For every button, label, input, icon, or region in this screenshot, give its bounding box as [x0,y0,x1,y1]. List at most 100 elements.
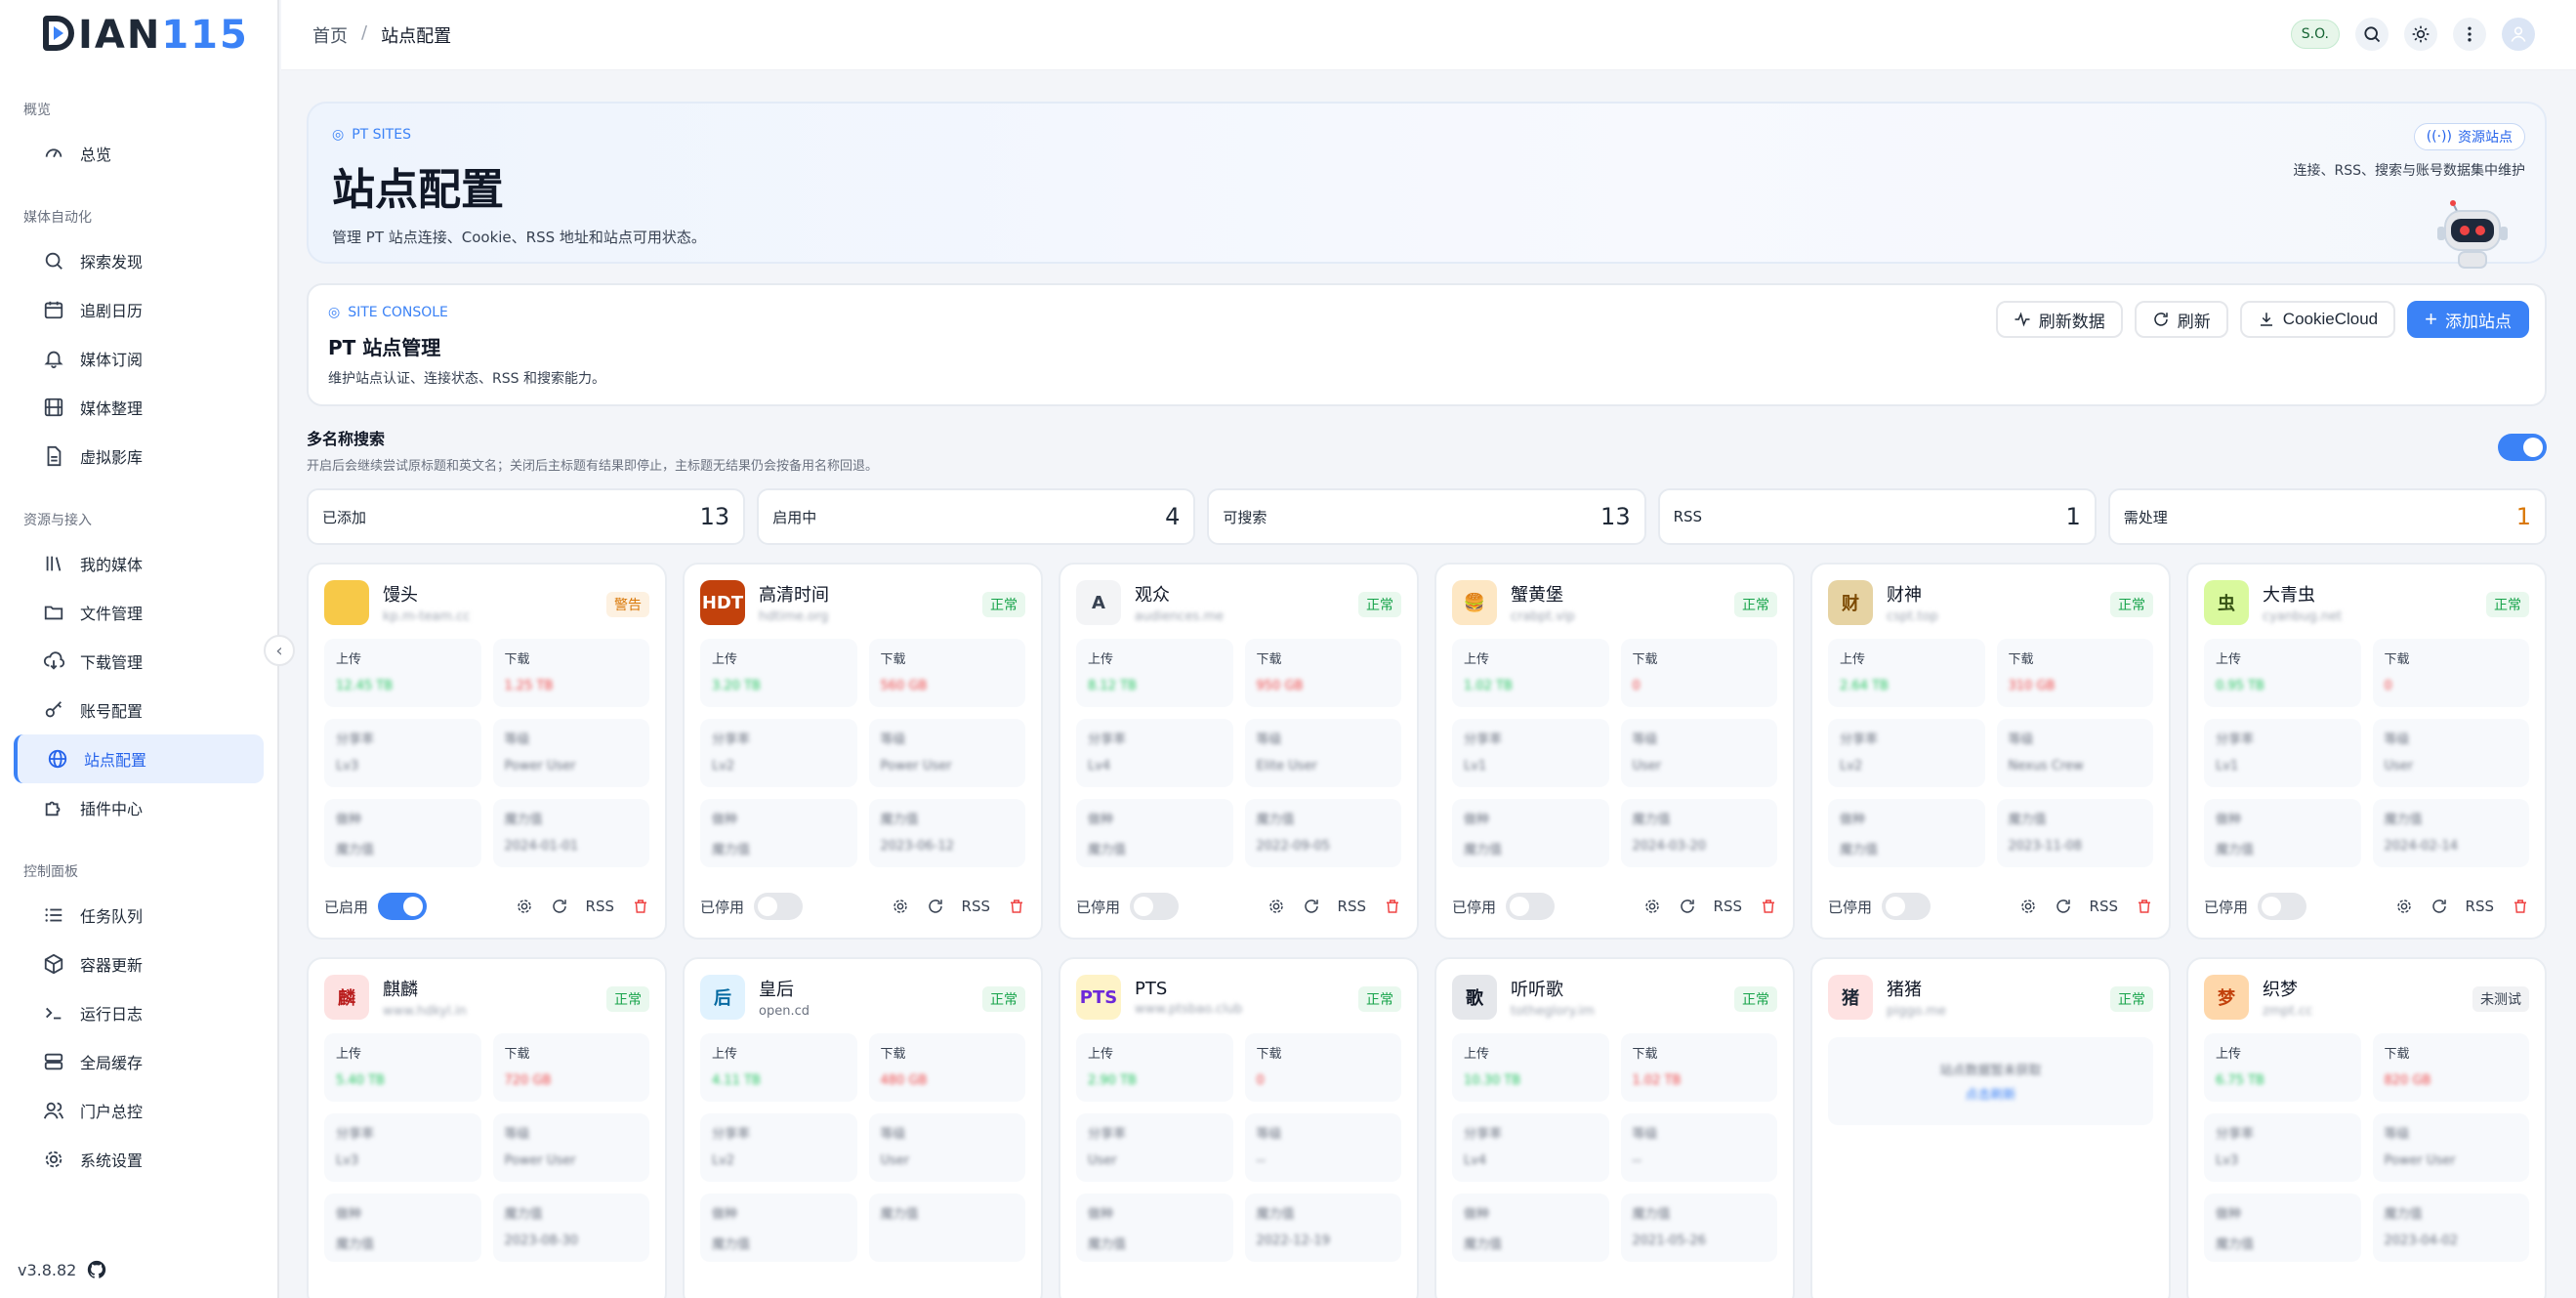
site-enabled-toggle[interactable] [1130,893,1180,920]
sidebar-item[interactable]: 追剧日历 [14,285,264,334]
sidebar-item[interactable]: 下载管理 [14,637,264,686]
search-button[interactable] [2355,18,2389,51]
gear-icon[interactable] [2395,898,2413,915]
refresh-icon[interactable] [1303,898,1320,915]
site-enabled-toggle[interactable] [754,893,804,920]
site-card[interactable]: 麟 麒麟 www.hdkyl.in 正常 上传 5.40 TB 下载 720 GB … [307,957,667,1298]
site-enabled-toggle[interactable] [2258,893,2307,920]
site-card[interactable]: 虫 大青虫 cyanbug.net 正常 上传 0.95 TB 下载 0 分享率 Lv… [2186,563,2547,940]
rss-button[interactable]: RSS [962,898,990,915]
joined-metric: 魔力值 2021-05-26 [1620,1193,1777,1262]
seeding-metric: 做种 魔力值 [700,1193,857,1262]
metric-value: Nexus Crew [2008,759,2084,774]
more-menu-button[interactable] [2453,18,2486,51]
multi-search-toggle[interactable] [2498,434,2547,461]
sidebar-item[interactable]: 媒体整理 [14,383,264,432]
nav-group-title: 概览 [23,103,51,118]
ratio-metric: 分享率 Lv2 [1828,719,1985,787]
cookiecloud-button[interactable]: CookieCloud [2239,301,2396,338]
sidebar-item[interactable]: 运行日志 [14,988,264,1037]
site-name: 麒麟 [383,980,418,1000]
chevron-left-icon: ‹ [275,640,283,661]
status-badge[interactable]: S.O. [2290,20,2340,49]
add-site-button[interactable]: + 添加站点 [2407,301,2529,338]
ratio-metric: 分享率 Lv2 [700,719,857,787]
refresh-icon[interactable] [927,898,944,915]
trash-icon[interactable] [2136,898,2153,915]
site-logo-icon: PTS [1076,975,1121,1020]
trash-icon[interactable] [2512,898,2529,915]
trash-icon[interactable] [632,898,649,915]
trash-icon[interactable] [1760,898,1777,915]
multi-name-search-setting: 多名称搜索 开启后会继续尝试原标题和英文名；关闭后主标题有结果即停止，主标题无结… [307,426,2547,475]
app-logo[interactable]: IAN115 [0,0,277,70]
rss-button[interactable]: RSS [2090,898,2118,915]
gear-icon[interactable] [1643,898,1661,915]
site-card[interactable]: 财 财神 cspt.top 正常 上传 2.64 TB 下载 310 GB 分享率 L… [1810,563,2171,940]
seeding-metric: 做种 魔力值 [1076,799,1233,867]
site-enabled-toggle[interactable] [1506,893,1556,920]
gear-icon[interactable] [1267,898,1285,915]
sidebar-item[interactable]: 全局缓存 [14,1037,264,1086]
rss-button[interactable]: RSS [1338,898,1366,915]
refresh-icon[interactable] [2055,898,2072,915]
site-metrics: 上传 8.12 TB 下载 950 GB 分享率 Lv4 等级 Elite User 做… [1076,639,1401,867]
refresh-button[interactable]: 刷新 [2134,301,2228,338]
site-card[interactable]: 馒头 kp.m-team.cc 警告 上传 12.45 TB 下载 1.25 TB … [307,563,667,940]
sidebar-item[interactable]: 容器更新 [14,940,264,988]
bell-icon [43,348,64,369]
rss-button[interactable]: RSS [586,898,614,915]
sidebar-item[interactable]: 系统设置 [14,1135,264,1184]
sidebar-item[interactable]: 文件管理 [14,588,264,637]
site-card[interactable]: 猪 猪猪 piggo.me 正常 站点数据暂未获取 点击刷新 [1810,957,2171,1298]
metric-value: Lv3 [2216,1153,2239,1168]
gear-icon[interactable] [2019,898,2037,915]
metric-label: 等级 [2384,733,2410,747]
rss-button[interactable]: RSS [1714,898,1742,915]
metric-label: 上传 [1464,652,1490,667]
site-metrics: 上传 4.11 TB 下载 480 GB 分享率 Lv2 等级 User 做种 魔力值 魔… [700,1033,1025,1262]
sidebar-item[interactable]: 任务队列 [14,891,264,940]
folder-icon [43,602,64,623]
download-metric: 下载 310 GB [1996,639,2153,707]
site-card[interactable]: 后 皇后 open.cd 正常 上传 4.11 TB 下载 480 GB 分享率 Lv… [683,957,1043,1298]
metric-label: 上传 [1088,652,1114,667]
placeholder-link[interactable]: 点击刷新 [1965,1084,2015,1103]
sidebar-item[interactable]: 账号配置 [14,686,264,734]
site-card[interactable]: PTS PTS www.ptsbao.club 正常 上传 2.90 TB 下载 0… [1059,957,1419,1298]
metric-label: 上传 [336,652,362,667]
refresh-data-button[interactable]: 刷新数据 [1995,301,2123,338]
refresh-icon[interactable] [1679,898,1696,915]
sidebar-item[interactable]: 插件中心 [14,783,264,832]
sidebar-collapse-button[interactable]: ‹ [264,635,295,666]
sidebar-item[interactable]: 探索发现 [14,236,264,285]
sidebar-item[interactable]: 门户总控 [14,1086,264,1135]
site-enabled-label: 已停用 [700,898,745,916]
rss-button[interactable]: RSS [2466,898,2494,915]
theme-toggle-button[interactable] [2404,18,2437,51]
site-card[interactable]: 🍔 蟹黄堡 crabpt.vip 正常 上传 1.02 TB 下载 0 分享率 Lv1… [1434,563,1795,940]
site-enabled-toggle[interactable] [1882,893,1932,920]
user-avatar[interactable] [2502,18,2535,51]
trash-icon[interactable] [1384,898,1401,915]
sidebar-item[interactable]: 虚拟影库 [14,432,264,481]
level-metric: 等级 Power User [492,1113,649,1182]
metric-label: 等级 [1256,733,1282,747]
site-card[interactable]: 梦 织梦 zmpt.cc 未测试 上传 6.75 TB 下载 820 GB 分享率 L… [2186,957,2547,1298]
site-card[interactable]: 歌 听听歌 totheglory.im 正常 上传 10.30 TB 下载 1.02… [1434,957,1795,1298]
sidebar-item[interactable]: 站点配置 [14,734,264,783]
breadcrumb-home[interactable]: 首页 [312,22,348,48]
refresh-icon[interactable] [551,898,568,915]
refresh-icon[interactable] [2431,898,2448,915]
sidebar-item[interactable]: 总览 [14,129,264,178]
site-enabled-toggle[interactable] [378,893,428,920]
sidebar-item[interactable]: 我的媒体 [14,539,264,588]
gear-icon[interactable] [892,898,909,915]
gear-icon[interactable] [516,898,533,915]
stat-value: 1 [2065,503,2081,530]
sidebar-item[interactable]: 媒体订阅 [14,334,264,383]
site-card[interactable]: HDT 高清时间 hdtime.org 正常 上传 3.20 TB 下载 560 G… [683,563,1043,940]
github-icon[interactable] [86,1259,107,1280]
site-card[interactable]: A 观众 audiences.me 正常 上传 8.12 TB 下载 950 GB … [1059,563,1419,940]
trash-icon[interactable] [1008,898,1025,915]
